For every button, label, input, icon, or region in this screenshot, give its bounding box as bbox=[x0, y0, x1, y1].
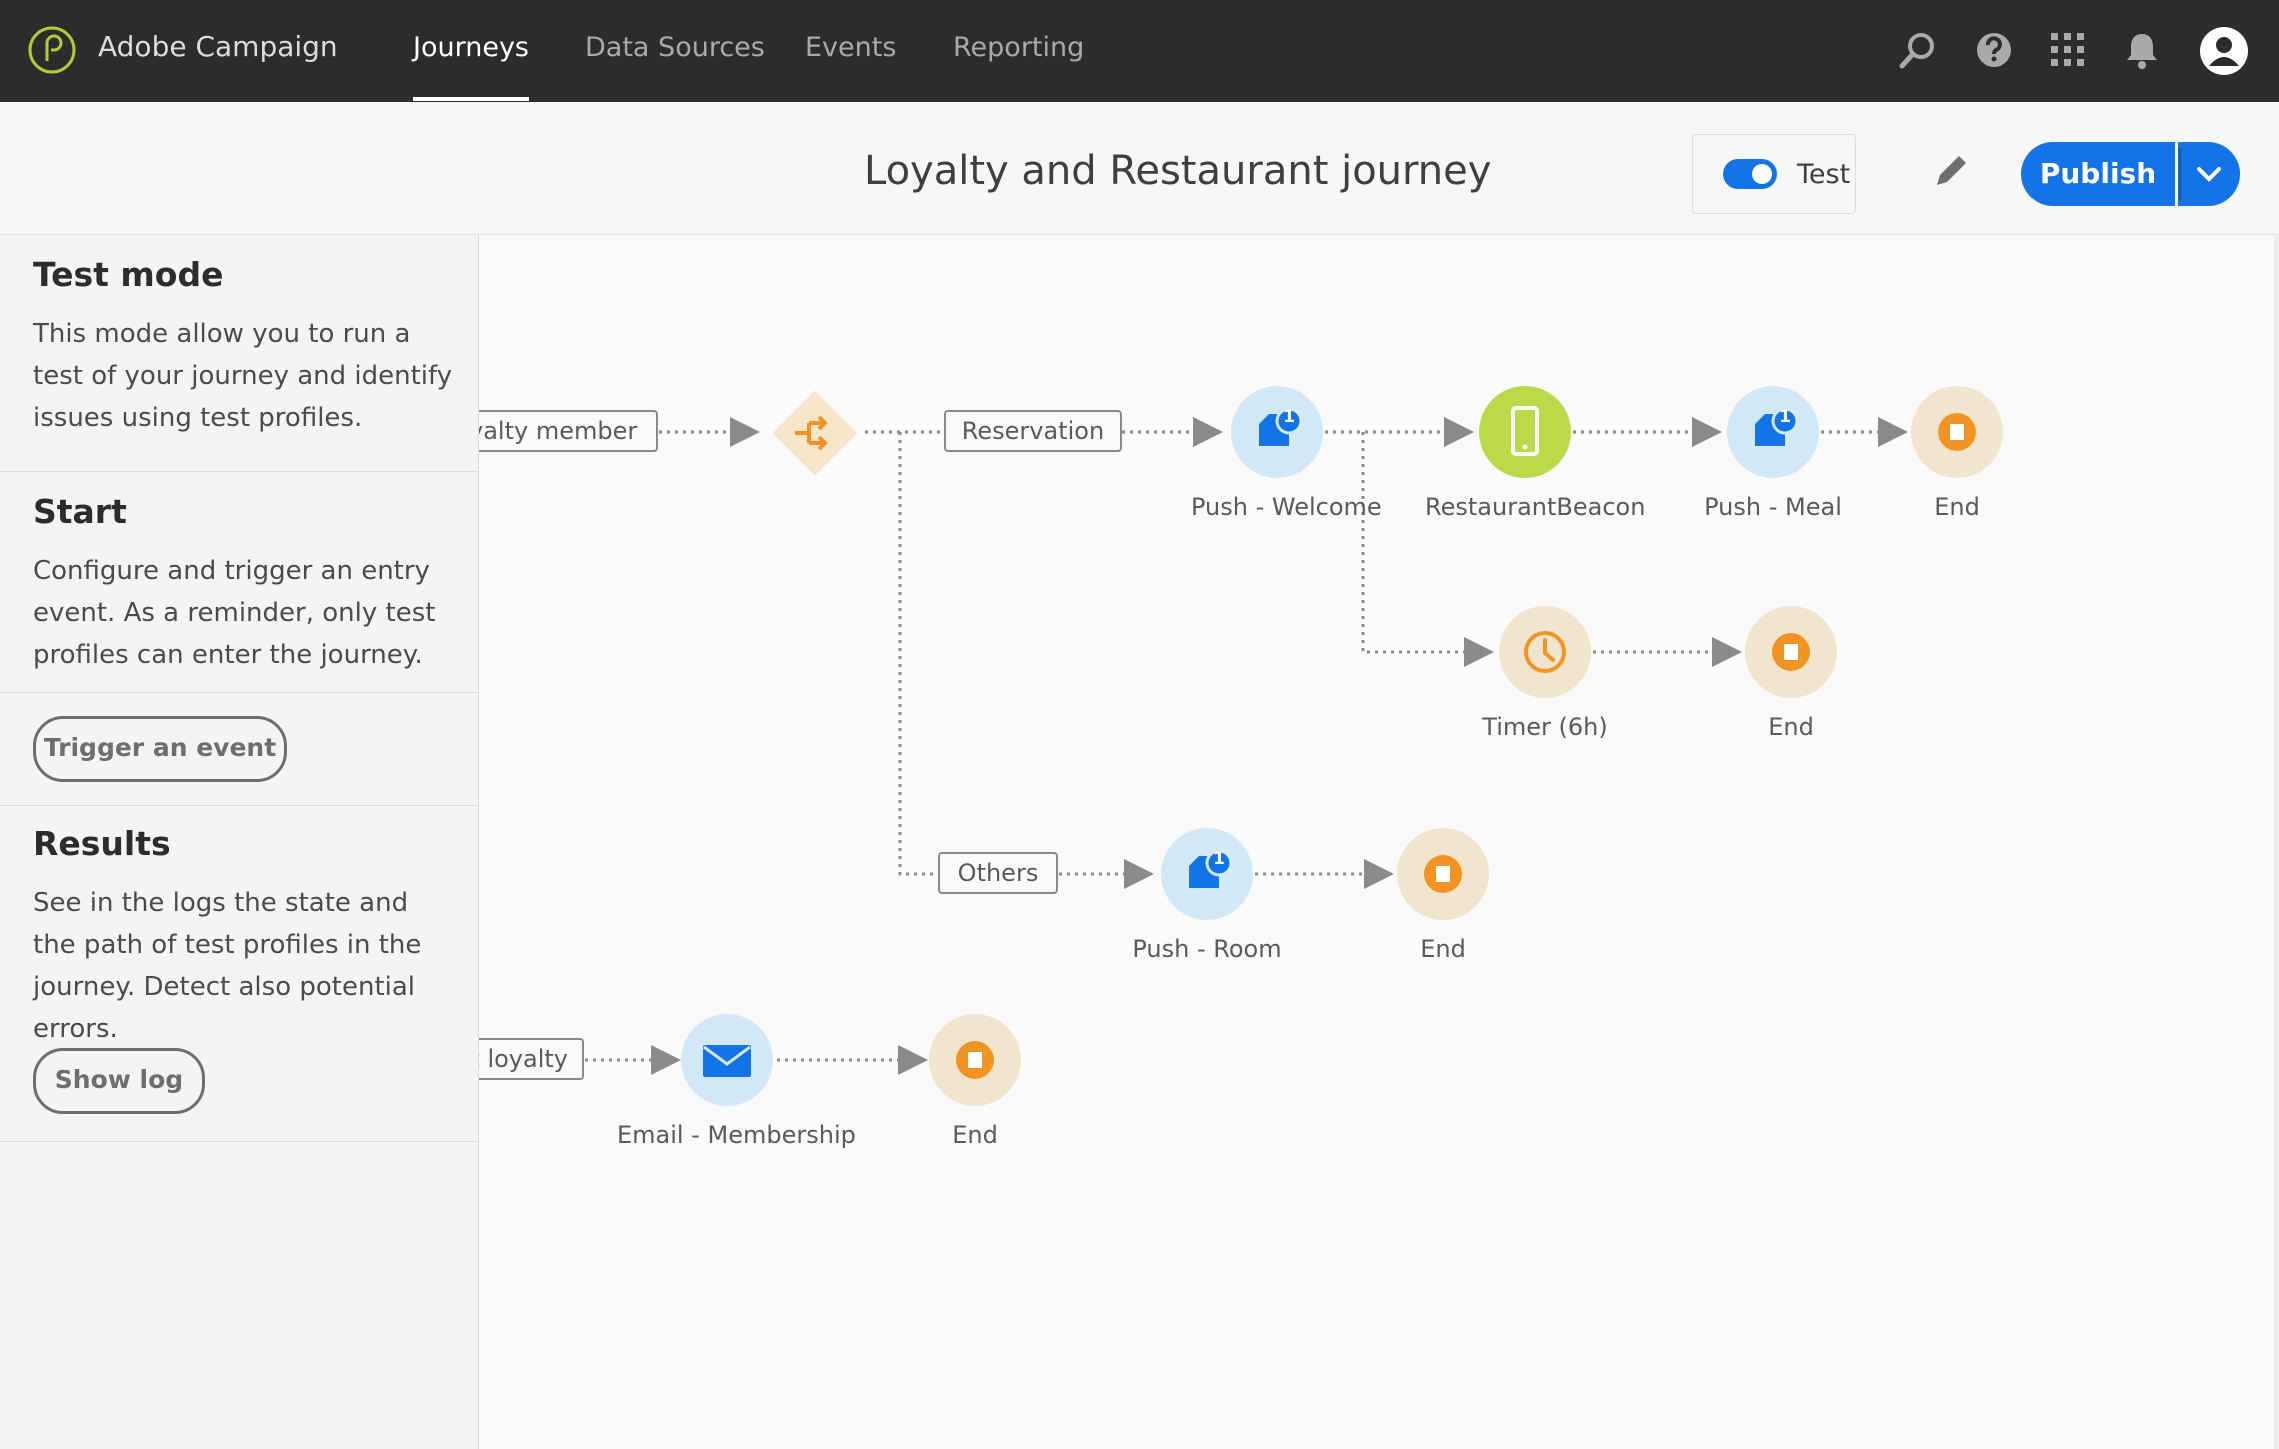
tab-reporting[interactable]: Reporting bbox=[953, 32, 1084, 63]
end-node-2[interactable] bbox=[1745, 606, 1837, 698]
top-navigation-bar: Adobe Campaign Journeys Data Sources Eve… bbox=[0, 0, 2279, 102]
toggle-knob bbox=[1752, 164, 1772, 184]
tab-journeys[interactable]: Journeys bbox=[413, 32, 529, 101]
path-label-others[interactable]: Others bbox=[938, 852, 1058, 894]
stop-icon bbox=[1772, 633, 1810, 671]
envelope-icon bbox=[703, 1045, 751, 1077]
test-mode-description: This mode allow you to run a test of you… bbox=[33, 319, 453, 433]
search-icon[interactable] bbox=[1896, 28, 1940, 72]
app-brand-name: Adobe Campaign bbox=[98, 30, 338, 63]
stop-icon bbox=[1424, 855, 1462, 893]
user-avatar-icon[interactable] bbox=[2199, 26, 2249, 76]
end-label-1: End bbox=[1934, 493, 1980, 521]
end-node-1[interactable] bbox=[1911, 386, 2003, 478]
timer-label: Timer (6h) bbox=[1482, 713, 1608, 741]
pencil-icon[interactable] bbox=[1928, 148, 1974, 194]
start-title: Start bbox=[33, 492, 127, 531]
test-mode-title: Test mode bbox=[33, 255, 224, 294]
push-notification-icon bbox=[1259, 407, 1303, 446]
results-description: See in the logs the state and the path o… bbox=[33, 888, 422, 1044]
test-mode-section: Test mode This mode allow you to run a t… bbox=[0, 235, 478, 472]
test-toggle-label: Test bbox=[1797, 159, 1851, 190]
publish-dropdown-button[interactable] bbox=[2178, 142, 2240, 206]
restaurant-beacon-node[interactable] bbox=[1479, 386, 1571, 478]
publish-button[interactable]: Publish bbox=[2021, 142, 2175, 206]
mobile-phone-icon bbox=[1511, 406, 1539, 456]
path-label-reservation[interactable]: Reservation bbox=[944, 410, 1122, 452]
path-label-loyalty-member[interactable]: yalty member bbox=[479, 410, 658, 452]
apps-grid-icon[interactable] bbox=[2046, 28, 2090, 72]
clock-icon bbox=[1524, 631, 1566, 673]
push-notification-icon bbox=[1189, 849, 1233, 888]
push-room-node[interactable]: 1 bbox=[1161, 828, 1253, 920]
path-label-text: t loyalty bbox=[479, 1045, 568, 1073]
push-meal-node[interactable]: 1 bbox=[1727, 386, 1819, 478]
results-title: Results bbox=[33, 824, 171, 863]
start-section: Start Configure and trigger an entry eve… bbox=[0, 472, 478, 782]
end-label-4: End bbox=[952, 1121, 998, 1149]
test-mode-panel: Test mode This mode allow you to run a t… bbox=[0, 235, 479, 1449]
bell-icon[interactable] bbox=[2120, 28, 2164, 72]
push-welcome-label: Push - Welcome bbox=[1191, 493, 1382, 521]
path-label-loyalty[interactable]: t loyalty bbox=[479, 1038, 584, 1080]
help-icon[interactable] bbox=[1972, 28, 2016, 72]
journey-canvas[interactable]: yalty member Reservation Others t loyalt… bbox=[479, 235, 2279, 1449]
push-notification-icon bbox=[1755, 407, 1799, 446]
end-label-3: End bbox=[1420, 935, 1466, 963]
stop-icon bbox=[956, 1041, 994, 1079]
tab-events[interactable]: Events bbox=[805, 32, 896, 63]
timer-node[interactable] bbox=[1499, 606, 1591, 698]
push-badge: 1 bbox=[1213, 849, 1225, 869]
journey-header: Loyalty and Restaurant journey Test Publ… bbox=[0, 102, 2279, 235]
journey-title: Loyalty and Restaurant journey bbox=[864, 148, 1492, 194]
push-welcome-node[interactable]: 1 bbox=[1231, 386, 1323, 478]
end-node-4[interactable] bbox=[929, 1014, 1021, 1106]
end-label-2: End bbox=[1768, 713, 1814, 741]
email-membership-node[interactable] bbox=[681, 1014, 773, 1106]
path-label-text: yalty member bbox=[479, 417, 638, 445]
show-log-button[interactable]: Show log bbox=[33, 1048, 205, 1114]
push-badge: 1 bbox=[1283, 407, 1295, 427]
adobe-campaign-logo-icon bbox=[28, 26, 76, 74]
push-meal-label: Push - Meal bbox=[1704, 493, 1842, 521]
trigger-event-button[interactable]: Trigger an event bbox=[33, 716, 287, 782]
push-room-label: Push - Room bbox=[1132, 935, 1282, 963]
test-mode-toggle[interactable]: Test bbox=[1692, 134, 1856, 214]
results-section: Results See in the logs the state and th… bbox=[0, 805, 478, 1142]
stop-icon bbox=[1938, 413, 1976, 451]
start-description: Configure and trigger an entry event. As… bbox=[33, 556, 436, 670]
toggle-switch[interactable] bbox=[1723, 159, 1777, 189]
tab-data-sources[interactable]: Data Sources bbox=[585, 32, 765, 63]
email-membership-label: Email - Membership bbox=[617, 1121, 856, 1149]
condition-node[interactable] bbox=[765, 383, 865, 483]
canvas-scrollbar[interactable] bbox=[2274, 235, 2279, 1449]
restaurant-beacon-label: RestaurantBeacon bbox=[1425, 493, 1646, 521]
end-node-3[interactable] bbox=[1397, 828, 1489, 920]
push-badge: 1 bbox=[1779, 407, 1791, 427]
connector-lines bbox=[585, 417, 1908, 1075]
chevron-down-icon bbox=[2178, 148, 2221, 200]
